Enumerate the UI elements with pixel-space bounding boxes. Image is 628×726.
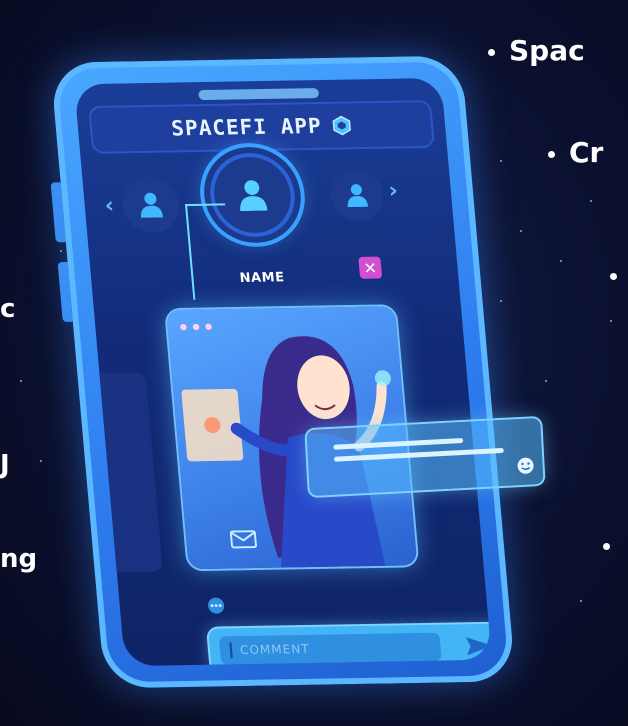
star [60,250,62,252]
left-edge-text-3: ng [0,544,38,574]
send-icon[interactable] [464,635,492,657]
phone-screen: SPACEFI APP ‹ › NAME ✕ ••• COMMENT [74,77,492,667]
star [590,200,592,202]
user-icon [140,192,164,218]
user-icon [240,180,268,212]
app-title: SPACEFI APP [170,113,323,141]
bullet-dot-third [610,258,628,291]
left-edge-text-1: c [0,294,16,324]
avatar-selected[interactable] [211,156,294,234]
star [560,260,562,262]
phone-mockup: SPACEFI APP ‹ › NAME ✕ ••• COMMENT [50,55,516,689]
bullet-text-second: Cr [548,136,603,169]
chevron-right-icon[interactable]: › [388,178,399,203]
comment-input[interactable]: COMMENT [218,632,442,665]
chevron-left-icon[interactable]: ‹ [104,193,115,218]
star [500,300,502,302]
chat-line [333,437,464,450]
hexagon-icon [332,115,351,136]
star [545,380,547,382]
avatar-left[interactable] [120,176,182,234]
floating-chat-bubble [306,417,544,497]
star [580,600,582,602]
smile-icon [517,457,534,474]
chat-line [333,447,504,462]
connector-line [184,204,196,300]
bullet-dot-bottom [603,528,624,561]
mail-icon[interactable] [229,530,258,549]
star [20,380,22,382]
comment-bar: COMMENT [208,623,492,667]
user-icon [347,184,369,208]
app-header: SPACEFI APP [88,100,436,154]
star [40,460,42,462]
star [610,320,612,322]
left-edge-text-2: J [0,450,10,480]
chat-icon[interactable] [205,596,227,616]
comment-placeholder: COMMENT [239,641,311,658]
text-cursor [229,642,233,659]
avatar-right[interactable] [328,168,386,222]
bullet-text-top: Spac [488,34,585,67]
star [520,230,522,232]
profile-name-label: NAME [239,270,286,286]
close-icon[interactable]: ✕ [358,256,383,279]
star [500,160,502,162]
phone-speaker [198,88,320,101]
